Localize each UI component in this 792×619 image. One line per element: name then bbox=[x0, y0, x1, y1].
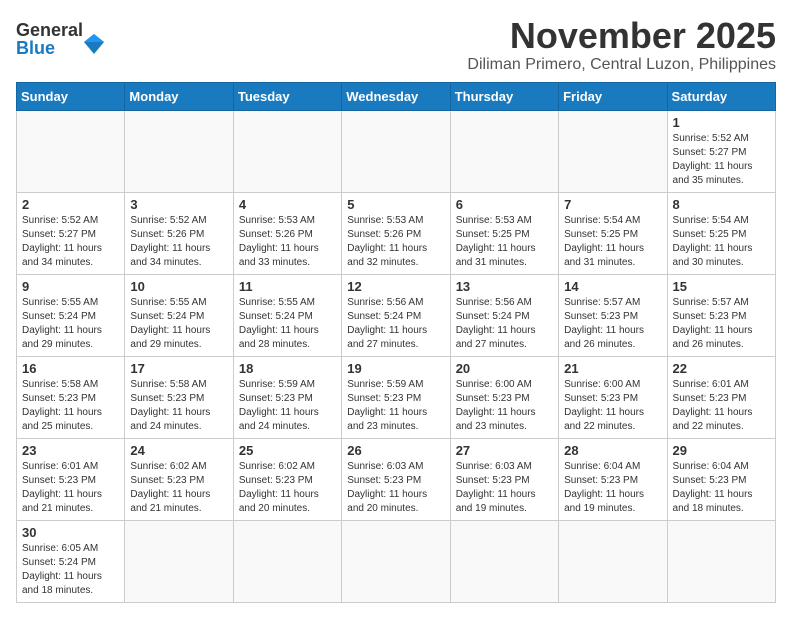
day-8: 8 Sunrise: 5:54 AMSunset: 5:25 PMDayligh… bbox=[667, 192, 775, 274]
title-area: November 2025 Diliman Primero, Central L… bbox=[467, 16, 776, 74]
day-10: 10 Sunrise: 5:55 AMSunset: 5:24 PMDaylig… bbox=[125, 274, 233, 356]
table-row: 2 Sunrise: 5:52 AMSunset: 5:27 PMDayligh… bbox=[17, 192, 776, 274]
header-tuesday: Tuesday bbox=[233, 82, 341, 110]
day-7: 7 Sunrise: 5:54 AMSunset: 5:25 PMDayligh… bbox=[559, 192, 667, 274]
day-11: 11 Sunrise: 5:55 AMSunset: 5:24 PMDaylig… bbox=[233, 274, 341, 356]
logo: General Blue bbox=[16, 16, 106, 65]
day-9: 9 Sunrise: 5:55 AMSunset: 5:24 PMDayligh… bbox=[17, 274, 125, 356]
table-row: 9 Sunrise: 5:55 AMSunset: 5:24 PMDayligh… bbox=[17, 274, 776, 356]
sunset-1: Sunset: 5:27 PM bbox=[673, 147, 747, 158]
day-4: 4 Sunrise: 5:53 AMSunset: 5:26 PMDayligh… bbox=[233, 192, 341, 274]
day-20: 20 Sunrise: 6:00 AMSunset: 5:23 PMDaylig… bbox=[450, 356, 558, 438]
header-friday: Friday bbox=[559, 82, 667, 110]
header: General Blue November 2025 Diliman Prime… bbox=[16, 16, 776, 74]
empty-cell bbox=[342, 520, 450, 602]
svg-text:General: General bbox=[16, 20, 83, 40]
header-sunday: Sunday bbox=[17, 82, 125, 110]
day-1: 1 Sunrise: 5:52 AM Sunset: 5:27 PM Dayli… bbox=[667, 110, 775, 192]
day-6: 6 Sunrise: 5:53 AMSunset: 5:25 PMDayligh… bbox=[450, 192, 558, 274]
day-24: 24 Sunrise: 6:02 AMSunset: 5:23 PMDaylig… bbox=[125, 438, 233, 520]
empty-cell bbox=[17, 110, 125, 192]
empty-cell bbox=[125, 110, 233, 192]
day-29: 29 Sunrise: 6:04 AMSunset: 5:23 PMDaylig… bbox=[667, 438, 775, 520]
day-17: 17 Sunrise: 5:58 AMSunset: 5:23 PMDaylig… bbox=[125, 356, 233, 438]
day-3: 3 Sunrise: 5:52 AMSunset: 5:26 PMDayligh… bbox=[125, 192, 233, 274]
logo-area: General Blue bbox=[16, 16, 106, 65]
month-title: November 2025 bbox=[467, 16, 776, 56]
empty-cell bbox=[667, 520, 775, 602]
day-15: 15 Sunrise: 5:57 AMSunset: 5:23 PMDaylig… bbox=[667, 274, 775, 356]
day-26: 26 Sunrise: 6:03 AMSunset: 5:23 PMDaylig… bbox=[342, 438, 450, 520]
empty-cell bbox=[450, 520, 558, 602]
day-30: 30 Sunrise: 6:05 AMSunset: 5:24 PMDaylig… bbox=[17, 520, 125, 602]
day-13: 13 Sunrise: 5:56 AMSunset: 5:24 PMDaylig… bbox=[450, 274, 558, 356]
table-row: 16 Sunrise: 5:58 AMSunset: 5:23 PMDaylig… bbox=[17, 356, 776, 438]
day-22: 22 Sunrise: 6:01 AMSunset: 5:23 PMDaylig… bbox=[667, 356, 775, 438]
table-row: 1 Sunrise: 5:52 AM Sunset: 5:27 PM Dayli… bbox=[17, 110, 776, 192]
sunrise-1: Sunrise: 5:52 AM bbox=[673, 133, 749, 144]
empty-cell bbox=[233, 110, 341, 192]
day-19: 19 Sunrise: 5:59 AMSunset: 5:23 PMDaylig… bbox=[342, 356, 450, 438]
day-2: 2 Sunrise: 5:52 AMSunset: 5:27 PMDayligh… bbox=[17, 192, 125, 274]
day-12: 12 Sunrise: 5:56 AMSunset: 5:24 PMDaylig… bbox=[342, 274, 450, 356]
empty-cell bbox=[233, 520, 341, 602]
empty-cell bbox=[342, 110, 450, 192]
table-row: 23 Sunrise: 6:01 AMSunset: 5:23 PMDaylig… bbox=[17, 438, 776, 520]
day-14: 14 Sunrise: 5:57 AMSunset: 5:23 PMDaylig… bbox=[559, 274, 667, 356]
empty-cell bbox=[450, 110, 558, 192]
weekday-header-row: Sunday Monday Tuesday Wednesday Thursday… bbox=[17, 82, 776, 110]
day-28: 28 Sunrise: 6:04 AMSunset: 5:23 PMDaylig… bbox=[559, 438, 667, 520]
day-18: 18 Sunrise: 5:59 AMSunset: 5:23 PMDaylig… bbox=[233, 356, 341, 438]
day-5: 5 Sunrise: 5:53 AMSunset: 5:26 PMDayligh… bbox=[342, 192, 450, 274]
day-25: 25 Sunrise: 6:02 AMSunset: 5:23 PMDaylig… bbox=[233, 438, 341, 520]
daylight-1: Daylight: 11 hours and 35 minutes. bbox=[673, 161, 753, 186]
header-thursday: Thursday bbox=[450, 82, 558, 110]
empty-cell bbox=[559, 110, 667, 192]
day-23: 23 Sunrise: 6:01 AMSunset: 5:23 PMDaylig… bbox=[17, 438, 125, 520]
table-row: 30 Sunrise: 6:05 AMSunset: 5:24 PMDaylig… bbox=[17, 520, 776, 602]
day-27: 27 Sunrise: 6:03 AMSunset: 5:23 PMDaylig… bbox=[450, 438, 558, 520]
empty-cell bbox=[125, 520, 233, 602]
calendar-table: Sunday Monday Tuesday Wednesday Thursday… bbox=[16, 82, 776, 603]
svg-text:Blue: Blue bbox=[16, 38, 55, 58]
day-21: 21 Sunrise: 6:00 AMSunset: 5:23 PMDaylig… bbox=[559, 356, 667, 438]
location-subtitle: Diliman Primero, Central Luzon, Philippi… bbox=[467, 56, 776, 74]
header-monday: Monday bbox=[125, 82, 233, 110]
header-saturday: Saturday bbox=[667, 82, 775, 110]
header-wednesday: Wednesday bbox=[342, 82, 450, 110]
day-16: 16 Sunrise: 5:58 AMSunset: 5:23 PMDaylig… bbox=[17, 356, 125, 438]
empty-cell bbox=[559, 520, 667, 602]
